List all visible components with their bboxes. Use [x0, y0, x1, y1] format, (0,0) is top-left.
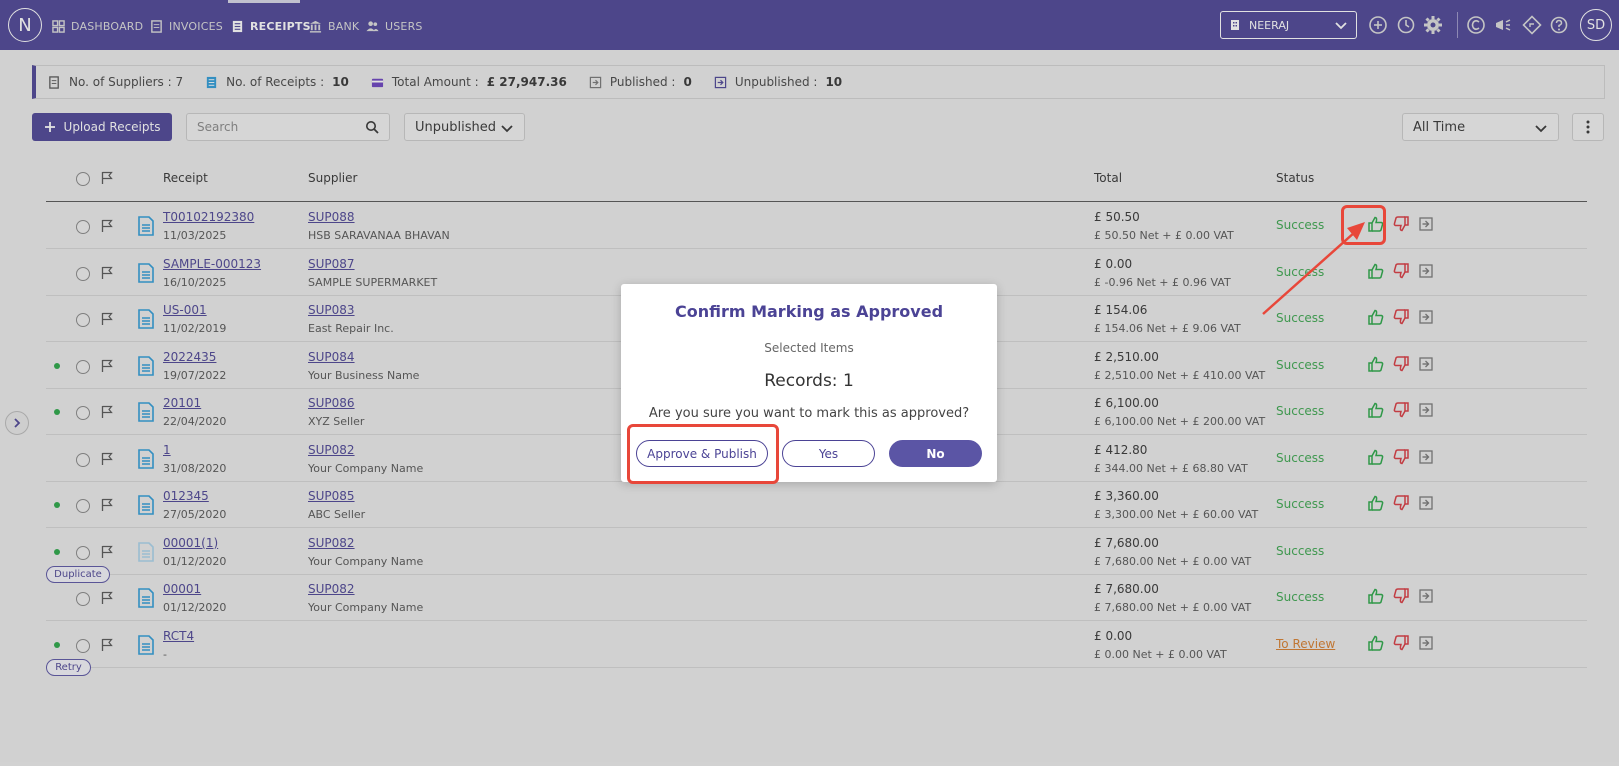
no-button[interactable]: No: [889, 440, 982, 467]
yes-button[interactable]: Yes: [782, 440, 875, 467]
dialog-records-count: Records: 1: [764, 371, 854, 391]
dialog-selected-label: Selected Items: [764, 341, 854, 355]
highlight-approve-publish: [627, 424, 779, 484]
highlight-approve-icon: [1341, 205, 1386, 245]
dialog-title: Confirm Marking as Approved: [674, 302, 944, 321]
dialog-question: Are you sure you want to mark this as ap…: [648, 406, 970, 421]
